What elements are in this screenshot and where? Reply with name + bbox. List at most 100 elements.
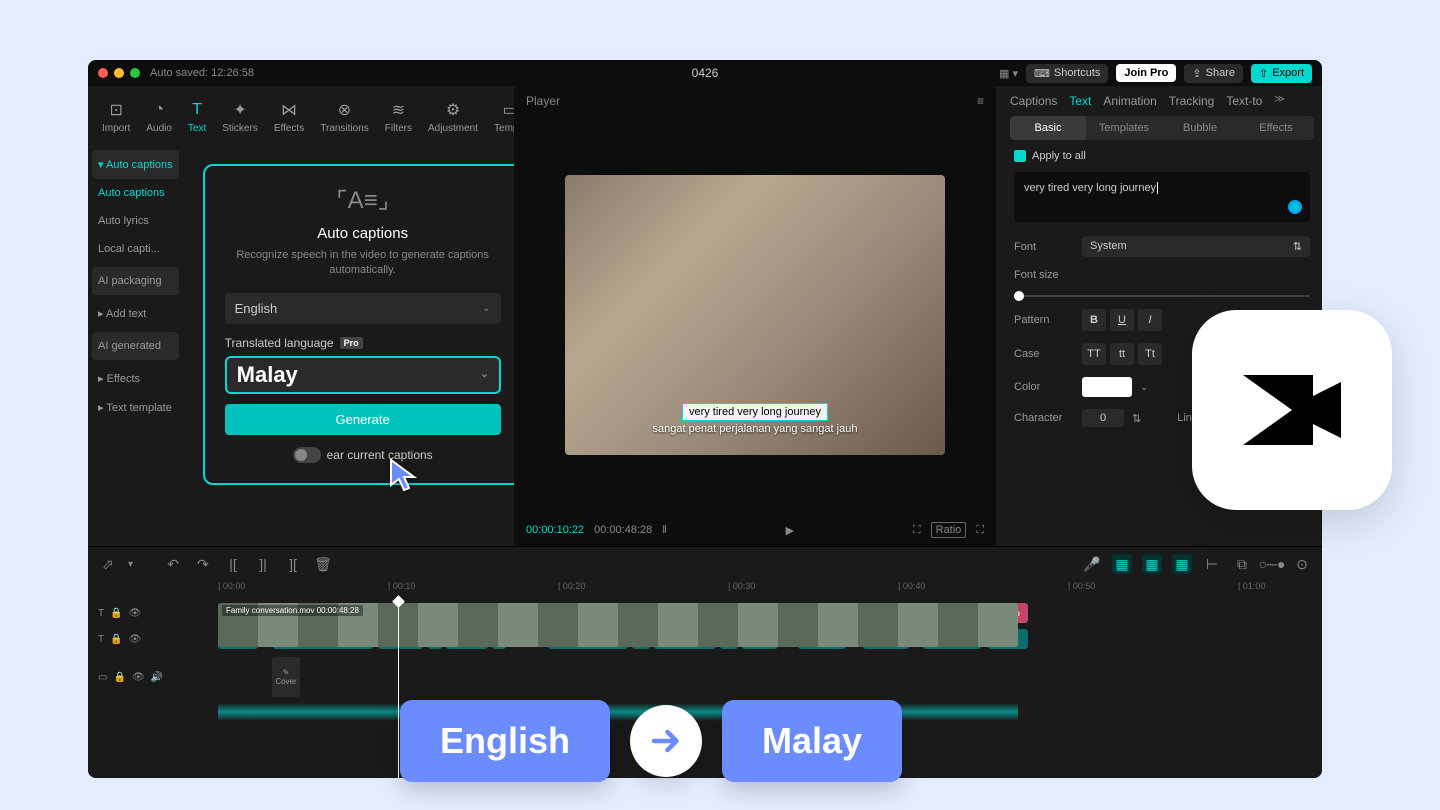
property-subtabs: Basic Templates Bubble Effects <box>1010 116 1314 140</box>
translated-language-select[interactable]: Malay⌄ <box>225 356 501 394</box>
menu-icon[interactable]: ≡ <box>977 94 984 108</box>
sidebar-text-template[interactable]: ▸ Text template <box>92 393 179 422</box>
play-icon[interactable]: ▶ <box>786 524 794 537</box>
font-select[interactable]: System⇅ <box>1082 236 1310 257</box>
italic-button[interactable]: I <box>1138 309 1162 331</box>
maximize-window[interactable] <box>130 68 140 78</box>
track-opt3-icon[interactable]: ▦ <box>1172 554 1192 574</box>
toggle-icon <box>293 447 321 463</box>
case-title[interactable]: Tt <box>1138 343 1162 365</box>
track-head-video[interactable]: ▭ 🔒 👁 🔊 <box>88 672 178 683</box>
track-opt1-icon[interactable]: ▦ <box>1112 554 1132 574</box>
sidebar-auto-lyrics[interactable]: Auto lyrics <box>92 207 179 235</box>
language-select[interactable]: English⌄ <box>225 293 501 324</box>
video-clip[interactable]: Family conversation.mov 00:00:48:28 <box>218 603 1018 647</box>
ratio-button[interactable]: Ratio <box>931 522 967 538</box>
tab-audio[interactable]: ◔Audio <box>140 97 178 138</box>
shortcuts-button[interactable]: ⌨ Shortcuts <box>1026 64 1108 83</box>
crop-icon[interactable]: ⛶ <box>913 524 921 537</box>
fullscreen-icon[interactable]: ⛶ <box>976 524 984 537</box>
tab-filters[interactable]: ≋Filters <box>379 97 418 138</box>
case-upper[interactable]: TT <box>1082 343 1106 365</box>
split3-icon[interactable]: ][ <box>283 554 303 574</box>
delete-icon[interactable]: 🗑 <box>313 554 333 574</box>
fontsize-label: Font size <box>1014 269 1059 281</box>
track-head-1[interactable]: T 🔒 👁 <box>88 608 178 619</box>
layout-icon[interactable]: ▦ ▾ <box>999 67 1018 80</box>
subtab-basic[interactable]: Basic <box>1010 116 1086 140</box>
tab-text-to[interactable]: Text-to <box>1226 94 1262 108</box>
preview-panel: Player≡ very tired very long journey san… <box>514 86 996 546</box>
fit-icon[interactable]: ⊙ <box>1292 554 1312 574</box>
tab-text-props[interactable]: Text <box>1069 94 1091 108</box>
tab-transitions[interactable]: ⊗Transitions <box>314 97 375 138</box>
traffic-lights[interactable] <box>98 68 140 78</box>
character-spacing-input[interactable]: 0 <box>1082 409 1124 427</box>
autosave-status: Auto saved: 12:26:58 <box>150 67 254 79</box>
lock-icon: 🔒 <box>110 634 122 645</box>
tab-adjustment[interactable]: ⚙Adjustment <box>422 97 484 138</box>
link-icon[interactable]: ⧉ <box>1232 554 1252 574</box>
effects-icon: ⋈ <box>280 101 298 119</box>
pointer-tool[interactable]: ⬀ <box>98 554 118 574</box>
cover-button[interactable]: ✎Cover <box>272 657 300 697</box>
track-opt2-icon[interactable]: ▦ <box>1142 554 1162 574</box>
video-preview[interactable]: very tired very long journey sangat pena… <box>565 175 945 455</box>
color-label: Color <box>1014 381 1074 393</box>
tab-import[interactable]: ⊡Import <box>96 97 136 138</box>
export-button[interactable]: ⇧ Export <box>1251 64 1312 83</box>
split2-icon[interactable]: ]| <box>253 554 273 574</box>
zoom-slider[interactable]: ○─● <box>1262 554 1282 574</box>
more-icon[interactable]: ≫ <box>1274 94 1284 108</box>
clear-captions-toggle[interactable]: ear current captions <box>225 447 501 463</box>
fontsize-slider[interactable] <box>1014 295 1310 297</box>
sidebar-local-captions[interactable]: Local capti... <box>92 235 179 263</box>
join-pro-button[interactable]: Join Pro <box>1116 64 1176 82</box>
apply-to-all[interactable]: Apply to all <box>1014 150 1310 162</box>
translated-label: Translated languagePro <box>225 336 501 350</box>
underline-button[interactable]: U <box>1110 309 1134 331</box>
sidebar-auto-captions-parent[interactable]: ▾ Auto captions <box>92 150 179 179</box>
sidebar-ai-packaging[interactable]: AI packaging <box>92 267 179 295</box>
app-window: Auto saved: 12:26:58 0426 ▦ ▾ ⌨ Shortcut… <box>88 60 1322 778</box>
media-tabs: ⊡Import ◔Audio TText ✦Stickers ⋈Effects … <box>88 86 508 144</box>
close-window[interactable] <box>98 68 108 78</box>
filters-icon: ≋ <box>389 101 407 119</box>
share-button[interactable]: ⇪ Share <box>1184 64 1243 83</box>
bold-button[interactable]: B <box>1082 309 1106 331</box>
ai-icon[interactable] <box>1288 200 1302 214</box>
tab-text[interactable]: TText <box>182 97 212 138</box>
minimize-window[interactable] <box>114 68 124 78</box>
caption-english[interactable]: very tired very long journey <box>682 403 828 421</box>
media-panel: ⊡Import ◔Audio TText ✦Stickers ⋈Effects … <box>88 86 508 546</box>
sidebar-ai-generated[interactable]: AI generated <box>92 332 179 360</box>
cursor-pointer-icon <box>386 455 426 500</box>
timeline-ruler[interactable]: | 00:00| 00:10| 00:20| 00:30| 00:40| 00:… <box>88 581 1322 601</box>
generate-button[interactable]: Generate <box>225 404 501 435</box>
subtab-templates[interactable]: Templates <box>1086 116 1162 140</box>
caption-text-input[interactable]: very tired very long journey <box>1014 172 1310 222</box>
tab-captions[interactable]: Captions <box>1010 94 1057 108</box>
redo-icon[interactable]: ↷ <box>193 554 213 574</box>
tab-stickers[interactable]: ✦Stickers <box>216 97 264 138</box>
project-title: 0426 <box>692 66 719 80</box>
subtab-bubble[interactable]: Bubble <box>1162 116 1238 140</box>
sidebar-auto-captions[interactable]: Auto captions <box>92 179 179 207</box>
undo-icon[interactable]: ↶ <box>163 554 183 574</box>
promo-from: English <box>400 700 610 782</box>
sidebar-add-text[interactable]: ▸ Add text <box>92 299 179 328</box>
color-picker[interactable] <box>1082 377 1132 397</box>
split-icon[interactable]: |[ <box>223 554 243 574</box>
tab-animation[interactable]: Animation <box>1103 94 1156 108</box>
sidebar-effects[interactable]: ▸ Effects <box>92 364 179 393</box>
track-head-2[interactable]: T 🔒 👁 <box>88 634 178 645</box>
prev-frame-icon[interactable]: ‖ <box>662 524 667 536</box>
playhead[interactable] <box>398 601 399 778</box>
magnet-icon[interactable]: ⊢ <box>1202 554 1222 574</box>
case-lower[interactable]: tt <box>1110 343 1134 365</box>
mic-icon[interactable]: 🎤 <box>1082 554 1102 574</box>
tab-effects[interactable]: ⋈Effects <box>268 97 310 138</box>
subtab-effects[interactable]: Effects <box>1238 116 1314 140</box>
tab-tracking[interactable]: Tracking <box>1169 94 1215 108</box>
card-title: Auto captions <box>225 225 501 242</box>
